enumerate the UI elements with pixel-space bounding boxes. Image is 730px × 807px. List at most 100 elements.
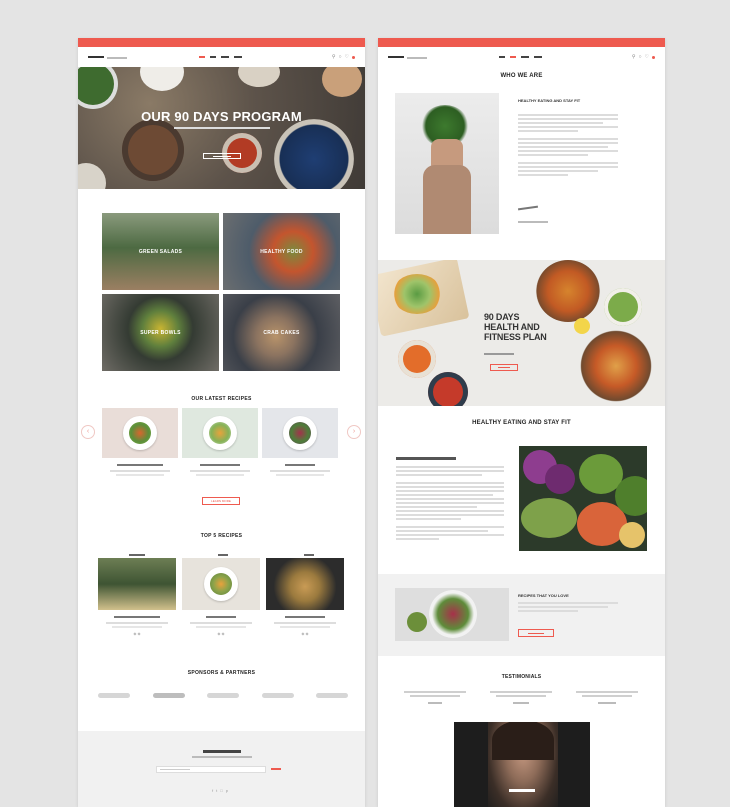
recipe-card[interactable]: ◆ ◆: [266, 558, 344, 636]
recipe-title: [262, 463, 338, 467]
sponsor-logo[interactable]: [261, 693, 294, 698]
subscribe-button[interactable]: [266, 766, 286, 773]
sponsor-logos: [98, 693, 348, 698]
top-recipes-list: ◆ ◆ ◆ ◆ ◆ ◆: [98, 558, 348, 636]
recipe-title: [182, 615, 260, 619]
video-caption: [454, 788, 590, 793]
recipe-card[interactable]: ◆ ◆: [98, 558, 176, 636]
menu-item[interactable]: [234, 56, 242, 58]
banner-subtitle: [484, 352, 514, 356]
testimonials-title: TESTIMONIALS: [501, 674, 542, 680]
recipe-image: [102, 408, 178, 458]
favorites-heading: RECIPES THAT YOU LOVE: [518, 593, 569, 598]
site-logo[interactable]: [88, 55, 127, 60]
recipe-title: [98, 615, 176, 619]
top-nav: ⚲ ○ ♡: [78, 47, 365, 67]
sponsors-title: SPONSORS & PARTNERS: [187, 670, 256, 676]
top-recipes-title: TOP 5 RECIPES: [200, 533, 243, 539]
social-icons: ft□p: [78, 788, 365, 793]
menu-item[interactable]: [221, 56, 229, 58]
user-icon[interactable]: ○: [338, 54, 341, 60]
newsletter-subtitle: [78, 755, 365, 759]
read-more-button[interactable]: [518, 629, 554, 637]
recipe-title: [266, 615, 344, 619]
arrow-right-icon[interactable]: ›: [347, 425, 361, 439]
menu-item[interactable]: [199, 56, 205, 58]
pinterest-icon[interactable]: p: [226, 788, 231, 793]
latest-recipes-list: [102, 408, 340, 476]
nav-icons: ⚲ ○ ♡: [632, 54, 655, 60]
recipe-image: [182, 408, 258, 458]
left-page-mockup: ⚲ ○ ♡ OUR 90 DAYS PROGRAM GREEN SALADS H…: [78, 38, 365, 807]
signature-name: [518, 220, 548, 224]
hero-title: OUR 90 DAYS PROGRAM: [141, 109, 302, 124]
main-menu: [499, 56, 542, 58]
about-image: [395, 93, 499, 234]
category-card[interactable]: CRAB CAKES: [223, 294, 340, 371]
hero-banner: OUR 90 DAYS PROGRAM: [78, 67, 365, 189]
cart-icon[interactable]: [652, 55, 655, 59]
category-label: CRAB CAKES: [263, 329, 300, 336]
category-label: GREEN SALADS: [138, 248, 183, 255]
menu-item[interactable]: [210, 56, 216, 58]
promo-bar: [378, 38, 665, 47]
menu-item[interactable]: [499, 56, 505, 58]
main-menu: [199, 56, 242, 58]
menu-item[interactable]: [521, 56, 529, 58]
favorite-recipe-image: [395, 588, 509, 641]
category-label: SUPER BOWLS: [140, 329, 181, 336]
category-grid: GREEN SALADS HEALTHY FOOD SUPER BOWLS CR…: [102, 213, 340, 371]
recipe-card[interactable]: [102, 408, 178, 476]
site-logo[interactable]: [388, 55, 427, 60]
email-field[interactable]: [156, 766, 266, 773]
testimonial-video[interactable]: [454, 722, 590, 807]
newsletter-section: ft□p: [78, 731, 365, 807]
banner-title: 90 DAYS HEALTH AND FITNESS PLAN: [484, 312, 547, 342]
category-card[interactable]: SUPER BOWLS: [102, 294, 219, 371]
recipe-card[interactable]: [182, 408, 258, 476]
banner-title-line: FITNESS PLAN: [484, 332, 547, 342]
sponsor-logo[interactable]: [98, 693, 130, 698]
heart-icon[interactable]: ♡: [345, 54, 349, 60]
program-banner: 90 DAYS HEALTH AND FITNESS PLAN: [378, 260, 665, 406]
search-icon[interactable]: ⚲: [332, 54, 336, 60]
about-text: [518, 114, 618, 178]
testimonial-author: [404, 701, 466, 705]
sponsor-logo[interactable]: [207, 693, 239, 698]
testimonial-author: [490, 701, 552, 705]
about-heading: HEALTHY EATING AND STAY FIT: [518, 98, 581, 103]
learn-more-button[interactable]: LEARN MORE: [202, 497, 240, 505]
banner-title-line: 90 DAYS: [484, 312, 520, 322]
healthy-title: HEALTHY EATING AND STAY FIT: [472, 420, 571, 426]
testimonial: [490, 691, 552, 705]
sponsor-logo[interactable]: [152, 693, 185, 698]
recipe-card[interactable]: [262, 408, 338, 476]
latest-recipes-title: OUR LATEST RECIPES: [191, 396, 252, 402]
top-nav: ⚲ ○ ♡: [378, 47, 665, 67]
recipe-title: [102, 463, 178, 467]
menu-item[interactable]: [534, 56, 542, 58]
sponsor-logo[interactable]: [316, 693, 348, 698]
hero-button[interactable]: [203, 153, 241, 159]
newsletter-title: [78, 749, 365, 754]
banner-button[interactable]: [490, 364, 518, 371]
recipe-card[interactable]: ◆ ◆: [182, 558, 260, 636]
menu-item[interactable]: [510, 56, 516, 58]
healthy-text: [396, 466, 504, 542]
healthy-heading: [396, 456, 456, 461]
category-card[interactable]: GREEN SALADS: [102, 213, 219, 290]
cart-icon[interactable]: [352, 55, 355, 59]
heart-icon[interactable]: ♡: [645, 54, 649, 60]
favorites-text: [518, 602, 618, 614]
nav-icons: ⚲ ○ ♡: [332, 54, 355, 60]
right-page-mockup: ⚲ ○ ♡ WHO WE ARE HEALTHY EATING AND STAY…: [378, 38, 665, 807]
recipe-image: [182, 558, 260, 610]
favorites-section: RECIPES THAT YOU LOVE: [378, 574, 665, 656]
category-card[interactable]: HEALTHY FOOD: [223, 213, 340, 290]
search-icon[interactable]: ⚲: [632, 54, 636, 60]
arrow-left-icon[interactable]: ‹: [81, 425, 95, 439]
testimonial-author: [576, 701, 638, 705]
recipe-image: [262, 408, 338, 458]
testimonial: [576, 691, 638, 705]
user-icon[interactable]: ○: [638, 54, 641, 60]
